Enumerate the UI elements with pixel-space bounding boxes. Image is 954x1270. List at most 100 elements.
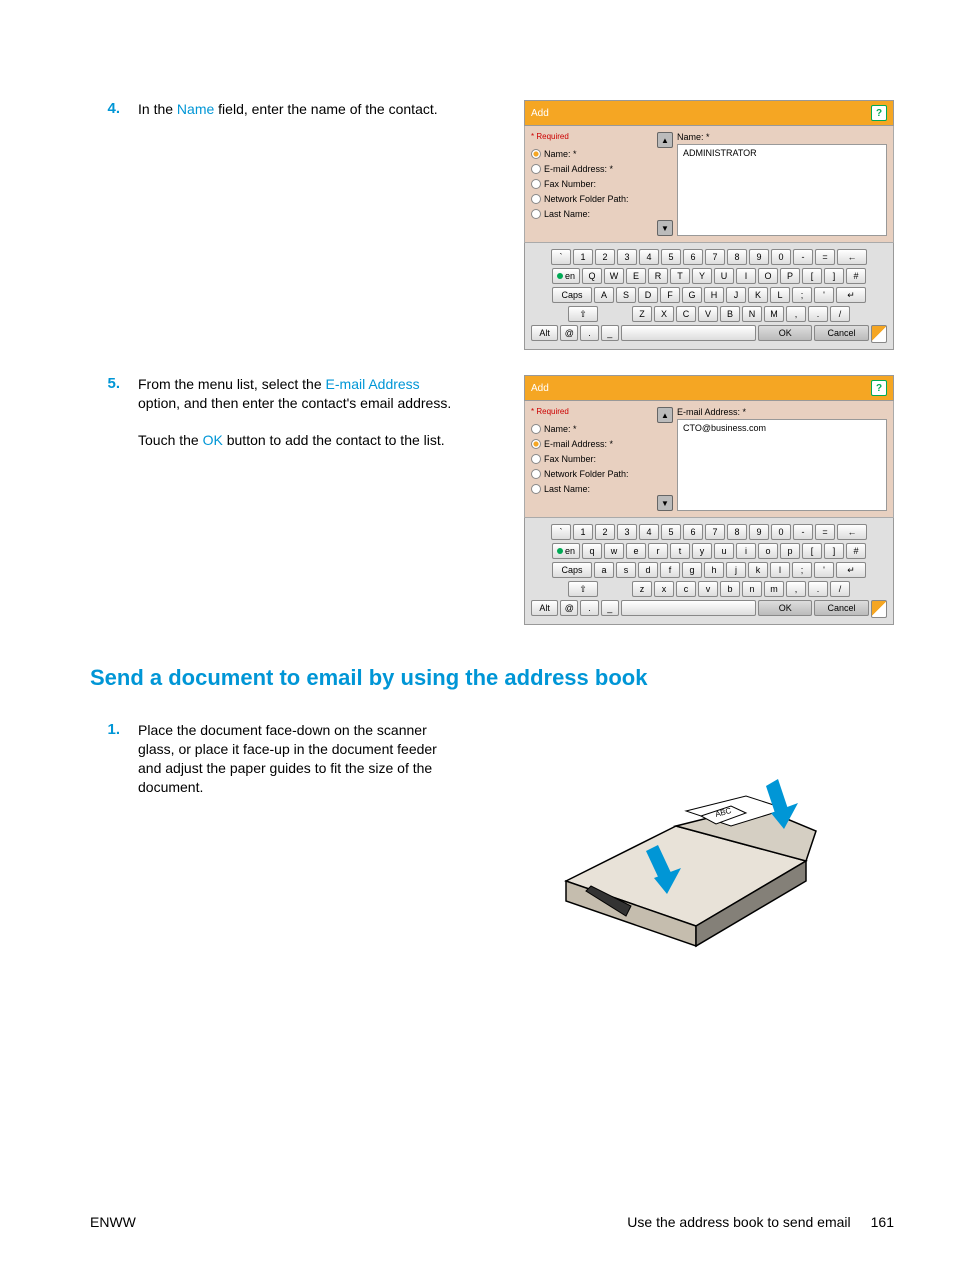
- key-[[interactable]: [: [802, 268, 822, 284]
- key-=[interactable]: =: [815, 249, 835, 265]
- key-←[interactable]: ←: [837, 524, 867, 540]
- key-7[interactable]: 7: [705, 524, 725, 540]
- key-caps[interactable]: Caps: [552, 562, 592, 578]
- key-t[interactable]: t: [670, 543, 690, 559]
- key-w[interactable]: W: [604, 268, 624, 284]
- key-caps[interactable]: Caps: [552, 287, 592, 303]
- key-f[interactable]: f: [660, 562, 680, 578]
- key-en[interactable]: en: [552, 268, 580, 284]
- eraser-icon[interactable]: [871, 600, 887, 618]
- key-g[interactable]: G: [682, 287, 702, 303]
- key-9[interactable]: 9: [749, 524, 769, 540]
- key-⇧[interactable]: ⇧: [568, 581, 598, 597]
- key-5[interactable]: 5: [661, 524, 681, 540]
- key-4[interactable]: 4: [639, 524, 659, 540]
- key-i[interactable]: I: [736, 268, 756, 284]
- key-#[interactable]: #: [846, 268, 866, 284]
- key-b[interactable]: b: [720, 581, 740, 597]
- key-.[interactable]: .: [808, 306, 828, 322]
- key-2[interactable]: 2: [595, 524, 615, 540]
- key-e[interactable]: E: [626, 268, 646, 284]
- key-b[interactable]: B: [720, 306, 740, 322]
- key-p[interactable]: P: [780, 268, 800, 284]
- key-'[interactable]: ': [814, 287, 834, 303]
- key-8[interactable]: 8: [727, 524, 747, 540]
- field-folder[interactable]: Network Folder Path:: [531, 194, 651, 204]
- key-k[interactable]: K: [748, 287, 768, 303]
- key-][interactable]: ]: [824, 543, 844, 559]
- cancel-button[interactable]: Cancel: [814, 325, 868, 341]
- key-h[interactable]: H: [704, 287, 724, 303]
- key-,[interactable]: ,: [786, 306, 806, 322]
- key-h[interactable]: h: [704, 562, 724, 578]
- name-input[interactable]: ADMINISTRATOR: [677, 144, 887, 236]
- field-fax[interactable]: Fax Number:: [531, 179, 651, 189]
- key-w[interactable]: w: [604, 543, 624, 559]
- key-↵[interactable]: ↵: [836, 562, 866, 578]
- key-y[interactable]: Y: [692, 268, 712, 284]
- key-;[interactable]: ;: [792, 287, 812, 303]
- key-/[interactable]: /: [830, 581, 850, 597]
- key-[[interactable]: [: [802, 543, 822, 559]
- key-←[interactable]: ←: [837, 249, 867, 265]
- key-'[interactable]: ': [814, 562, 834, 578]
- email-input[interactable]: CTO@business.com: [677, 419, 887, 511]
- key-r[interactable]: R: [648, 268, 668, 284]
- key-j[interactable]: J: [726, 287, 746, 303]
- key-g[interactable]: g: [682, 562, 702, 578]
- key-j[interactable]: j: [726, 562, 746, 578]
- scroll-up-icon[interactable]: ▲: [657, 132, 673, 148]
- key-underscore[interactable]: _: [601, 325, 619, 341]
- key-5[interactable]: 5: [661, 249, 681, 265]
- key-n[interactable]: N: [742, 306, 762, 322]
- ok-button[interactable]: OK: [758, 325, 812, 341]
- key-y[interactable]: y: [692, 543, 712, 559]
- field-fax[interactable]: Fax Number:: [531, 454, 651, 464]
- key-4[interactable]: 4: [639, 249, 659, 265]
- key-dot[interactable]: .: [580, 325, 598, 341]
- key-o[interactable]: O: [758, 268, 778, 284]
- key-x[interactable]: X: [654, 306, 674, 322]
- key-l[interactable]: l: [770, 562, 790, 578]
- key-i[interactable]: i: [736, 543, 756, 559]
- onscreen-keyboard-lower[interactable]: `1234567890-=←enqwertyuiop[]#Capsasdfghj…: [524, 518, 894, 625]
- key-d[interactable]: d: [638, 562, 658, 578]
- key-underscore[interactable]: _: [601, 600, 619, 616]
- field-email[interactable]: E-mail Address: *: [531, 439, 651, 449]
- onscreen-keyboard-upper[interactable]: `1234567890-=←enQWERTYUIOP[]#CapsASDFGHJ…: [524, 243, 894, 350]
- key-f[interactable]: F: [660, 287, 680, 303]
- scroll-down-icon[interactable]: ▼: [657, 495, 673, 511]
- key-en[interactable]: en: [552, 543, 580, 559]
- key-m[interactable]: M: [764, 306, 784, 322]
- key-8[interactable]: 8: [727, 249, 747, 265]
- key-alt[interactable]: Alt: [531, 600, 558, 616]
- key-9[interactable]: 9: [749, 249, 769, 265]
- key-v[interactable]: V: [698, 306, 718, 322]
- key-2[interactable]: 2: [595, 249, 615, 265]
- scroll-down-icon[interactable]: ▼: [657, 220, 673, 236]
- help-icon[interactable]: ?: [871, 105, 887, 121]
- key-z[interactable]: z: [632, 581, 652, 597]
- key-c[interactable]: c: [676, 581, 696, 597]
- key-d[interactable]: D: [638, 287, 658, 303]
- key-s[interactable]: S: [616, 287, 636, 303]
- key--[interactable]: -: [793, 524, 813, 540]
- key-;[interactable]: ;: [792, 562, 812, 578]
- key-a[interactable]: a: [594, 562, 614, 578]
- key-at[interactable]: @: [560, 600, 578, 616]
- key-e[interactable]: e: [626, 543, 646, 559]
- help-icon[interactable]: ?: [871, 380, 887, 396]
- ok-button[interactable]: OK: [758, 600, 812, 616]
- field-email[interactable]: E-mail Address: *: [531, 164, 651, 174]
- key-x[interactable]: x: [654, 581, 674, 597]
- key-⇧[interactable]: ⇧: [568, 306, 598, 322]
- key-o[interactable]: o: [758, 543, 778, 559]
- field-name[interactable]: Name: *: [531, 424, 651, 434]
- key-at[interactable]: @: [560, 325, 578, 341]
- key-q[interactable]: q: [582, 543, 602, 559]
- key-p[interactable]: p: [780, 543, 800, 559]
- field-lastname[interactable]: Last Name:: [531, 484, 651, 494]
- key-1[interactable]: 1: [573, 249, 593, 265]
- key-v[interactable]: v: [698, 581, 718, 597]
- key-`[interactable]: `: [551, 524, 571, 540]
